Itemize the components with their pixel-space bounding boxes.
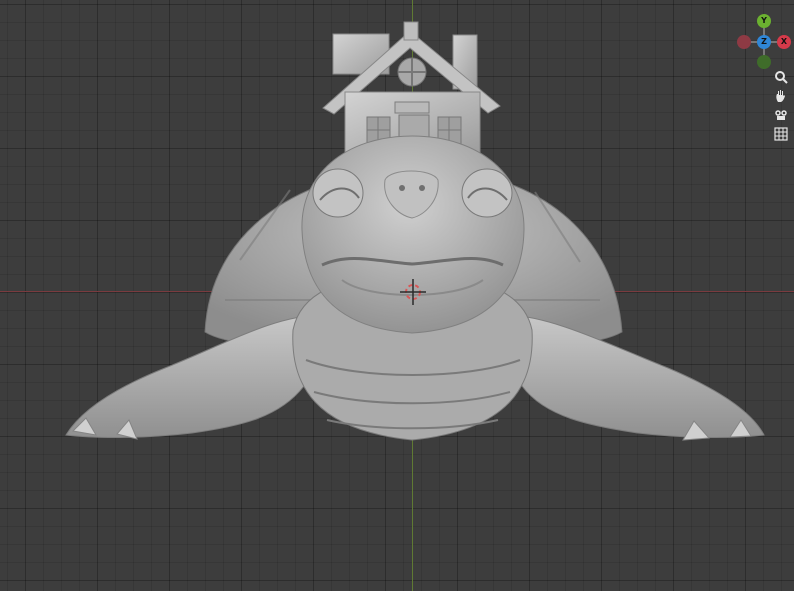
z-axis-ball[interactable]: Z <box>757 35 771 49</box>
left-front-flipper <box>65 314 323 438</box>
navigation-gizmo[interactable]: Y Z X <box>734 10 794 72</box>
3d-viewport[interactable]: Y Z X <box>0 0 794 591</box>
y-axis-ball[interactable]: Y <box>757 14 771 28</box>
camera-icon[interactable] <box>772 106 790 124</box>
turtle-house-model[interactable] <box>65 21 765 441</box>
x-axis-ball[interactable]: X <box>777 35 791 49</box>
viewport-scene <box>65 21 765 441</box>
right-front-flipper <box>504 314 765 438</box>
perspective-grid-icon[interactable] <box>772 125 790 143</box>
house <box>322 21 501 155</box>
zoom-icon[interactable] <box>772 68 790 86</box>
viewport-navigation-tools <box>772 68 790 144</box>
pan-hand-icon[interactable] <box>772 87 790 105</box>
neg-y-axis-ball[interactable] <box>757 55 771 69</box>
neg-x-axis-ball[interactable] <box>737 35 751 49</box>
